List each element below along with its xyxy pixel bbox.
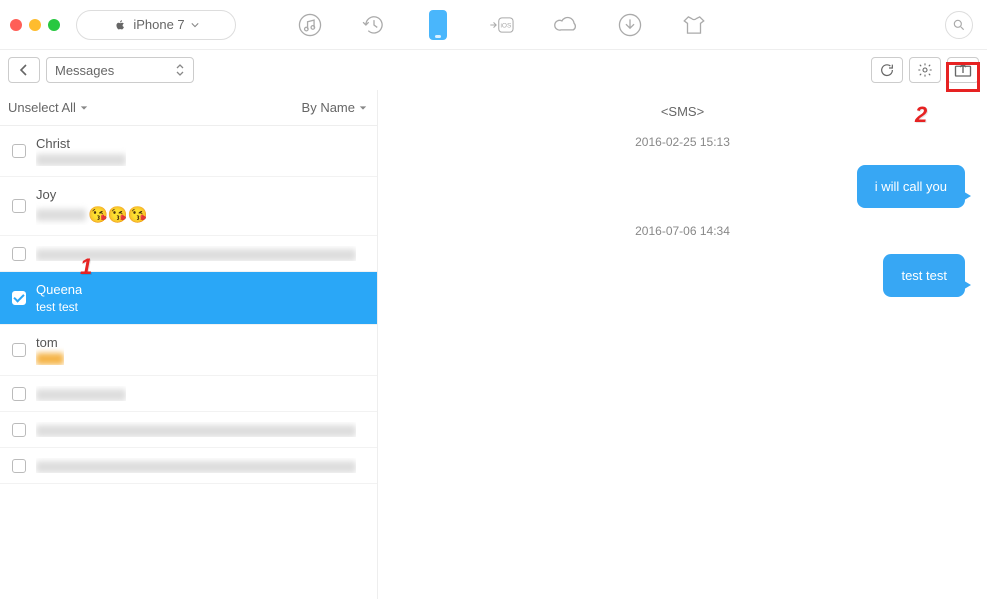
message-bubble: i will call you <box>857 165 965 208</box>
device-name: iPhone 7 <box>133 17 184 32</box>
music-icon[interactable] <box>296 11 324 39</box>
window-controls <box>10 19 60 31</box>
to-ios-icon[interactable]: iOS <box>488 11 516 39</box>
back-button[interactable] <box>8 57 40 83</box>
checkbox[interactable] <box>12 144 26 158</box>
checkbox[interactable] <box>12 459 26 473</box>
tshirt-icon[interactable] <box>680 11 708 39</box>
refresh-button[interactable] <box>871 57 903 83</box>
checkbox[interactable] <box>12 199 26 213</box>
message-row: i will call you <box>400 165 965 208</box>
search-button[interactable] <box>945 11 973 39</box>
contact-name: Queena <box>36 282 82 297</box>
list-item[interactable] <box>0 448 377 484</box>
timestamp: 2016-07-06 14:34 <box>400 224 965 238</box>
checkbox[interactable] <box>12 387 26 401</box>
backup-history-icon[interactable] <box>360 11 388 39</box>
close-window-button[interactable] <box>10 19 22 31</box>
category-icons: iOS <box>296 11 708 39</box>
sort-toggle[interactable]: By Name <box>302 100 367 115</box>
dropdown-triangle-icon <box>359 104 367 112</box>
list-item[interactable] <box>0 412 377 448</box>
main-toolbar: iPhone 7 iOS <box>0 0 987 50</box>
settings-button[interactable] <box>909 57 941 83</box>
list-item[interactable]: Christ <box>0 126 377 177</box>
list-item[interactable]: Joy 😘😘😘 <box>0 177 377 236</box>
contact-name: Joy <box>36 187 148 202</box>
sub-toolbar: Messages <box>0 50 987 90</box>
select-all-toggle[interactable]: Unselect All <box>8 100 88 115</box>
content-area: Unselect All By Name Christ Joy 😘 <box>0 90 987 599</box>
list-controls: Unselect All By Name <box>0 90 377 126</box>
refresh-icon <box>879 62 895 78</box>
blurred-preview <box>36 461 356 473</box>
gear-icon <box>917 62 933 78</box>
search-icon <box>952 18 966 32</box>
cloud-icon[interactable] <box>552 11 580 39</box>
message-row: test test <box>400 254 965 297</box>
annotation-number-1: 1 <box>80 254 92 280</box>
thread-title: <SMS> <box>400 104 965 119</box>
checkbox[interactable] <box>12 343 26 357</box>
download-icon[interactable] <box>616 11 644 39</box>
conversation-list: Christ Joy 😘😘😘 <box>0 126 377 599</box>
category-dropdown[interactable]: Messages <box>46 57 194 83</box>
conversation-sidebar: Unselect All By Name Christ Joy 😘 <box>0 90 378 599</box>
svg-text:iOS: iOS <box>500 22 512 29</box>
updown-icon <box>175 63 185 77</box>
select-label: Unselect All <box>8 100 76 115</box>
timestamp: 2016-02-25 15:13 <box>400 135 965 149</box>
emoji-preview: 😘😘😘 <box>88 205 148 225</box>
list-item[interactable]: tom <box>0 325 377 376</box>
checkbox[interactable] <box>12 291 26 305</box>
blurred-preview <box>36 154 126 166</box>
sort-label: By Name <box>302 100 355 115</box>
annotation-box-2 <box>946 62 980 92</box>
checkbox[interactable] <box>12 423 26 437</box>
contact-name: Christ <box>36 136 126 151</box>
dropdown-triangle-icon <box>80 104 88 112</box>
zoom-window-button[interactable] <box>48 19 60 31</box>
checkbox[interactable] <box>12 247 26 261</box>
list-item[interactable] <box>0 236 377 272</box>
list-item[interactable]: Queena test test 1 <box>0 272 377 325</box>
device-tab-icon[interactable] <box>424 11 452 39</box>
list-item[interactable] <box>0 376 377 412</box>
message-detail: <SMS> 2016-02-25 15:13 i will call you 2… <box>378 90 987 599</box>
blurred-preview <box>36 389 126 401</box>
category-label: Messages <box>55 63 114 78</box>
blurred-preview <box>36 353 64 365</box>
chevron-left-icon <box>19 64 29 76</box>
message-bubble: test test <box>883 254 965 297</box>
apple-icon <box>113 18 127 32</box>
contact-name: tom <box>36 335 64 350</box>
blurred-preview <box>36 425 356 437</box>
blurred-preview <box>36 209 86 221</box>
minimize-window-button[interactable] <box>29 19 41 31</box>
device-selector[interactable]: iPhone 7 <box>76 10 236 40</box>
message-preview: test test <box>36 300 82 314</box>
chevron-down-icon <box>191 21 199 29</box>
